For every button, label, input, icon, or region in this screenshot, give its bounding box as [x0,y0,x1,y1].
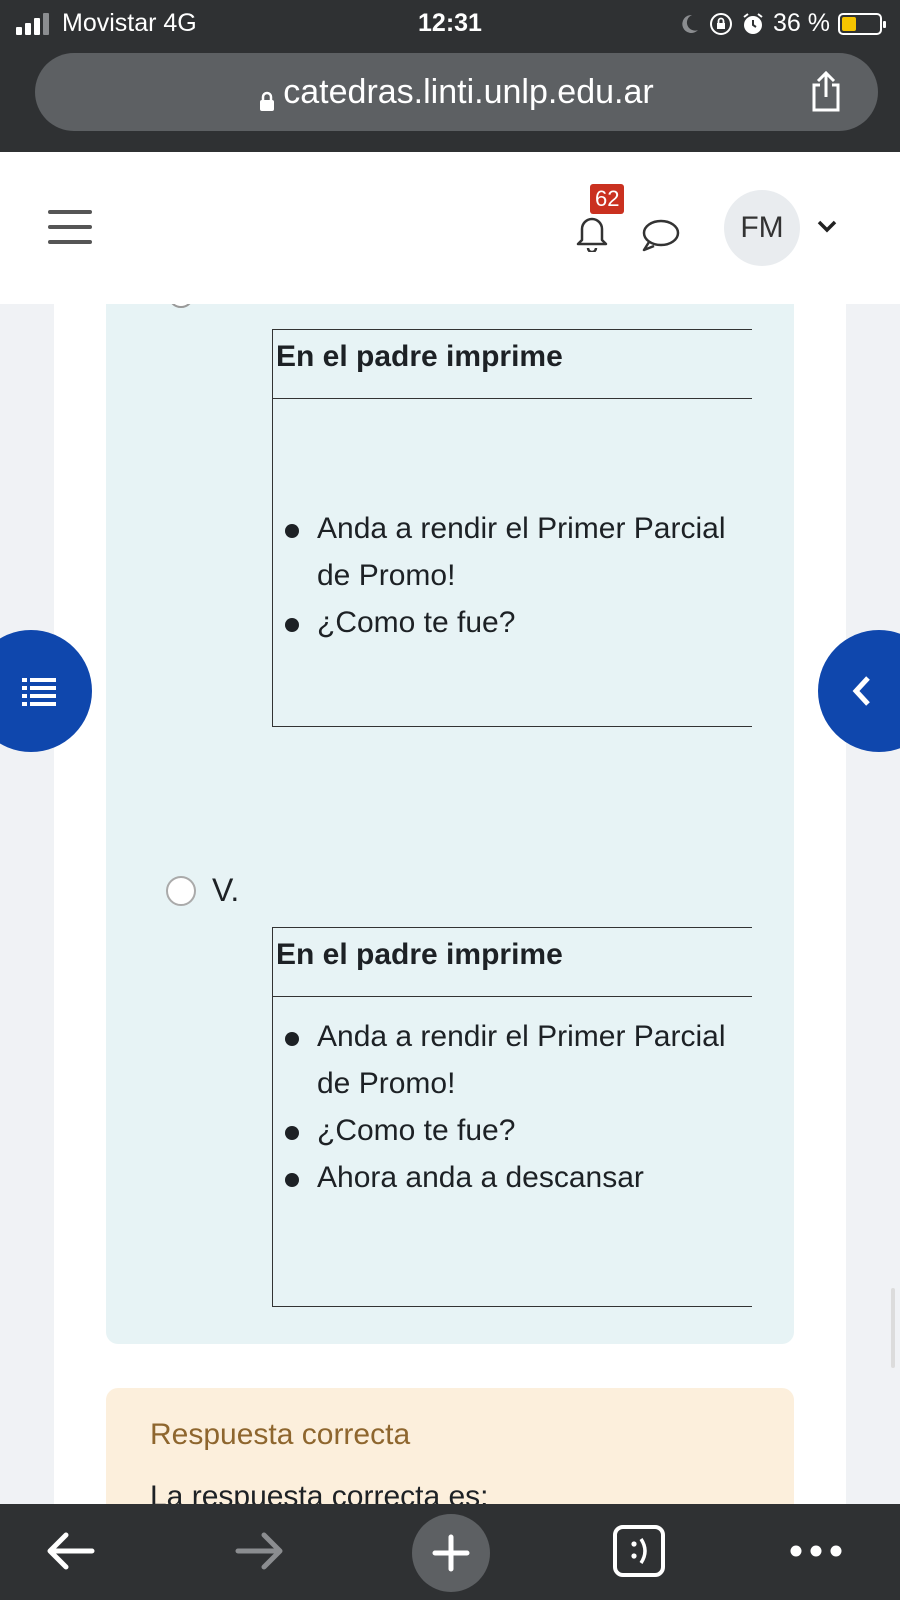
avatar[interactable]: FM [724,190,800,266]
url-text: catedras.linti.unlp.edu.ar [283,72,654,111]
status-bar: Movistar 4G 12:31 36 % [0,0,900,46]
battery-icon [838,12,886,35]
app-header: 62 FM [0,152,900,304]
browser-bottom-bar [0,1504,900,1600]
moon-icon [677,12,701,36]
bell-icon[interactable] [574,212,610,254]
feedback-title: Respuesta correcta [150,1418,411,1451]
list-item: ¿Como te fue? [273,1107,752,1154]
plus-icon [432,1534,470,1572]
answer-table: En el padre imprime Anda a rendir el Pri… [272,927,752,1307]
table-cell: Anda a rendir el Primer Parcial de Promo… [273,997,752,1307]
alarm-icon [741,12,765,36]
battery-percent: 36 % [773,9,830,37]
feedback-box: Respuesta correcta La respuesta correcta… [106,1388,794,1504]
message-icon[interactable] [640,218,680,252]
list-item: Anda a rendir el Primer Parcial de Promo… [273,505,752,599]
forward-arrow-icon[interactable] [232,1526,288,1576]
feedback-text: La respuesta correcta es: [150,1480,489,1504]
browser-toolbar: catedras.linti.unlp.edu.ar [0,46,900,152]
new-tab-button[interactable] [412,1514,490,1592]
output-list: Anda a rendir el Primer Parcial de Promo… [273,1013,752,1201]
table-header: En el padre imprime [273,927,752,997]
back-arrow-icon[interactable] [42,1526,98,1576]
address-bar[interactable]: catedras.linti.unlp.edu.ar [35,53,878,131]
page-content: En el padre imprime Anda a rendir el Pri… [0,304,900,1504]
scrollbar[interactable] [891,1288,895,1368]
share-icon[interactable] [806,70,846,113]
table-header: En el padre imprime [273,329,752,399]
tabs-icon[interactable] [612,1524,668,1577]
option-label: V. [212,872,240,908]
orientation-lock-icon [709,12,733,36]
output-list: Anda a rendir el Primer Parcial de Promo… [273,505,752,646]
notification-badge: 62 [590,184,625,214]
option-radio[interactable] [166,875,196,906]
table-cell: Anda a rendir el Primer Parcial de Promo… [273,399,752,727]
more-options-icon[interactable] [788,1526,844,1576]
chevron-left-icon [852,676,870,706]
list-icon [22,678,56,706]
lock-icon [259,82,275,111]
answer-table: En el padre imprime Anda a rendir el Pri… [272,329,752,727]
list-item: ¿Como te fue? [273,599,752,646]
chevron-down-icon[interactable] [816,218,838,234]
option-v[interactable]: V. [166,872,239,909]
list-item: Ahora anda a descansar [273,1154,752,1201]
list-item: Anda a rendir el Primer Parcial de Promo… [273,1013,752,1107]
menu-icon[interactable] [48,210,92,244]
